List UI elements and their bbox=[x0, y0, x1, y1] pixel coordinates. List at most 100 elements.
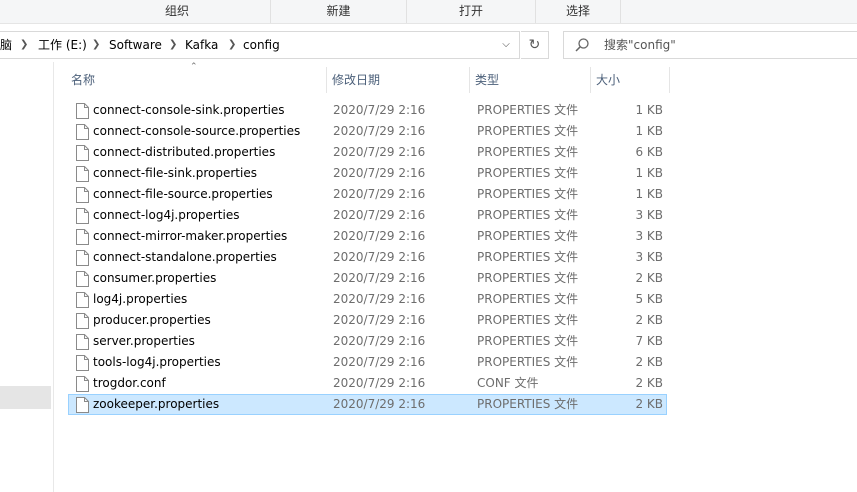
file-name: trogdor.conf bbox=[93, 376, 166, 390]
file-row[interactable]: tools-log4j.properties 2020/7/29 2:16 PROP… bbox=[68, 352, 667, 373]
file-name: producer.properties bbox=[93, 313, 211, 327]
breadcrumb-drive[interactable]: 工作 (E:) bbox=[38, 32, 87, 58]
file-type: PROPERTIES 文件 bbox=[477, 229, 579, 243]
chevron-right-icon[interactable]: ❯ bbox=[20, 32, 28, 58]
file-name: connect-file-source.properties bbox=[93, 187, 273, 201]
file-type: PROPERTIES 文件 bbox=[477, 271, 579, 285]
file-type: PROPERTIES 文件 bbox=[477, 103, 579, 117]
file-name: connect-distributed.properties bbox=[93, 145, 276, 159]
file-row[interactable]: connect-console-sink.properties 2020/7/29… bbox=[68, 100, 667, 121]
file-row[interactable]: consumer.properties 2020/7/29 2:16 PROPERT… bbox=[68, 268, 667, 289]
file-row[interactable]: log4j.properties 2020/7/29 2:16 PROPERTIES… bbox=[68, 289, 667, 310]
file-row[interactable]: connect-distributed.properties 2020/7/29 … bbox=[68, 142, 667, 163]
file-modified-date: 2020/7/29 2:16 bbox=[333, 271, 426, 285]
file-row[interactable]: zookeeper.properties 2020/7/29 2:16 PROPER… bbox=[68, 394, 667, 415]
file-modified-date: 2020/7/29 2:16 bbox=[333, 103, 426, 117]
file-icon bbox=[76, 166, 89, 182]
ribbon: 组织 新建 打开 选择 bbox=[0, 0, 857, 24]
file-icon bbox=[76, 103, 89, 119]
file-icon bbox=[76, 250, 89, 266]
breadcrumb-config[interactable]: config bbox=[243, 32, 280, 58]
file-name: log4j.properties bbox=[93, 292, 188, 306]
file-row[interactable]: connect-console-source.properties 2020/7/… bbox=[68, 121, 667, 142]
file-size: 2 KB bbox=[635, 355, 663, 369]
file-icon bbox=[76, 187, 89, 203]
file-modified-date: 2020/7/29 2:16 bbox=[333, 334, 426, 348]
file-icon bbox=[76, 397, 89, 413]
file-row[interactable]: connect-log4j.properties 2020/7/29 2:16 PR… bbox=[68, 205, 667, 226]
ribbon-group-select[interactable]: 选择 bbox=[536, 0, 621, 23]
ribbon-group-organize[interactable]: 组织 bbox=[84, 0, 271, 23]
file-name: tools-log4j.properties bbox=[93, 355, 221, 369]
file-size: 2 KB bbox=[635, 397, 663, 411]
file-modified-date: 2020/7/29 2:16 bbox=[333, 313, 426, 327]
file-icon bbox=[76, 271, 89, 287]
navigation-pane[interactable] bbox=[0, 62, 54, 492]
file-explorer-window: 组织 新建 打开 选择 脑 ❯ 工作 (E:) ❯ Software ❯ Kaf… bbox=[0, 0, 857, 492]
column-header-name[interactable]: 名称 bbox=[66, 67, 327, 93]
breadcrumb-kafka[interactable]: Kafka bbox=[185, 32, 218, 58]
chevron-right-icon[interactable]: ❯ bbox=[228, 32, 236, 58]
file-type: PROPERTIES 文件 bbox=[477, 313, 579, 327]
file-icon bbox=[76, 376, 89, 392]
column-header-size[interactable]: 大小 bbox=[591, 67, 670, 93]
file-size: 2 KB bbox=[635, 271, 663, 285]
file-name: server.properties bbox=[93, 334, 195, 348]
file-type: PROPERTIES 文件 bbox=[477, 334, 579, 348]
breadcrumb-software[interactable]: Software bbox=[109, 32, 162, 58]
file-modified-date: 2020/7/29 2:16 bbox=[333, 292, 426, 306]
breadcrumb-this-pc[interactable]: 脑 bbox=[0, 32, 12, 58]
file-type: PROPERTIES 文件 bbox=[477, 250, 579, 264]
file-row[interactable]: connect-mirror-maker.properties 2020/7/29… bbox=[68, 226, 667, 247]
chevron-down-icon[interactable]: ⌵ bbox=[496, 32, 516, 58]
search-icon bbox=[575, 38, 589, 52]
address-bar[interactable]: 脑 ❯ 工作 (E:) ❯ Software ❯ Kafka ❯ config … bbox=[0, 31, 520, 59]
file-icon bbox=[76, 229, 89, 245]
column-header-date[interactable]: 修改日期 bbox=[327, 67, 470, 93]
file-icon bbox=[76, 355, 89, 371]
column-header-type[interactable]: 类型 bbox=[470, 67, 591, 93]
file-size: 2 KB bbox=[635, 376, 663, 390]
file-row[interactable]: connect-file-source.properties 2020/7/29 … bbox=[68, 184, 667, 205]
file-size: 1 KB bbox=[635, 187, 663, 201]
file-row[interactable]: connect-standalone.properties 2020/7/29 2… bbox=[68, 247, 667, 268]
ribbon-group-new[interactable]: 新建 bbox=[271, 0, 407, 23]
file-size: 6 KB bbox=[635, 145, 663, 159]
file-type: PROPERTIES 文件 bbox=[477, 145, 579, 159]
file-icon bbox=[76, 334, 89, 350]
file-size: 3 KB bbox=[635, 208, 663, 222]
file-row[interactable]: trogdor.conf 2020/7/29 2:16 CONF 文件 2 KB bbox=[68, 373, 667, 394]
chevron-right-icon[interactable]: ❯ bbox=[169, 32, 177, 58]
file-type: PROPERTIES 文件 bbox=[477, 208, 579, 222]
file-row[interactable]: producer.properties 2020/7/29 2:16 PROPERT… bbox=[68, 310, 667, 331]
file-name: connect-console-source.properties bbox=[93, 124, 301, 138]
file-size: 1 KB bbox=[635, 166, 663, 180]
file-name: zookeeper.properties bbox=[93, 397, 220, 411]
file-type: CONF 文件 bbox=[477, 376, 539, 390]
ribbon-group-open[interactable]: 打开 bbox=[407, 0, 536, 23]
search-input[interactable]: 搜索"config" bbox=[563, 31, 857, 59]
file-icon bbox=[76, 292, 89, 308]
refresh-icon: ↻ bbox=[528, 37, 541, 53]
file-size: 1 KB bbox=[635, 103, 663, 117]
search-placeholder: 搜索"config" bbox=[604, 38, 676, 52]
file-modified-date: 2020/7/29 2:16 bbox=[333, 166, 426, 180]
file-type: PROPERTIES 文件 bbox=[477, 292, 579, 306]
file-modified-date: 2020/7/29 2:16 bbox=[333, 187, 426, 201]
file-row[interactable]: connect-file-sink.properties 2020/7/29 2:… bbox=[68, 163, 667, 184]
file-type: PROPERTIES 文件 bbox=[477, 397, 579, 411]
file-size: 1 KB bbox=[635, 124, 663, 138]
file-modified-date: 2020/7/29 2:16 bbox=[333, 376, 426, 390]
file-size: 2 KB bbox=[635, 313, 663, 327]
file-modified-date: 2020/7/29 2:16 bbox=[333, 145, 426, 159]
file-row[interactable]: server.properties 2020/7/29 2:16 PROPERTIE… bbox=[68, 331, 667, 352]
file-size: 3 KB bbox=[635, 229, 663, 243]
file-modified-date: 2020/7/29 2:16 bbox=[333, 229, 426, 243]
nav-selected-item[interactable] bbox=[0, 386, 51, 409]
chevron-right-icon[interactable]: ❯ bbox=[92, 32, 100, 58]
file-size: 7 KB bbox=[635, 334, 663, 348]
refresh-button[interactable]: ↻ bbox=[521, 31, 549, 59]
file-name: connect-console-sink.properties bbox=[93, 103, 285, 117]
file-name: consumer.properties bbox=[93, 271, 217, 285]
file-type: PROPERTIES 文件 bbox=[477, 187, 579, 201]
